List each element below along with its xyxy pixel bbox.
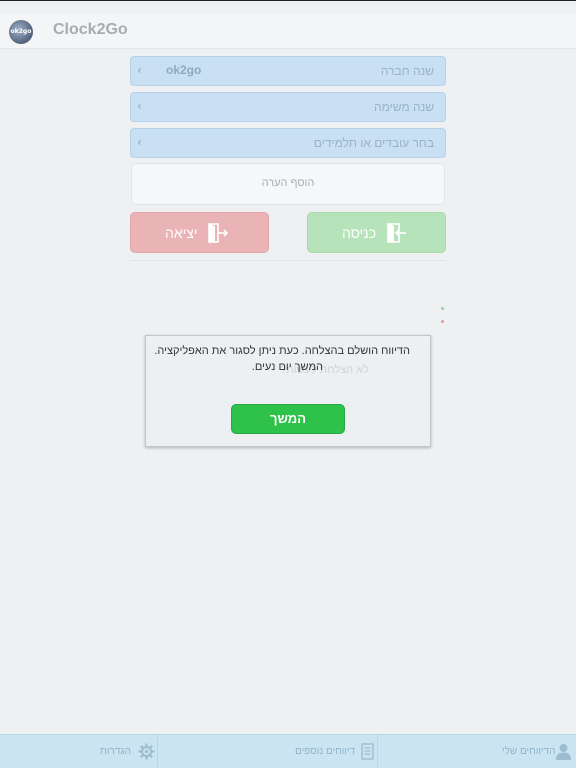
bottom-tabbar: הגדרות דיווחים נוספים הדיווחים שלי — [0, 734, 576, 768]
gear-icon — [138, 743, 155, 760]
note-input[interactable]: הוסף הערה — [131, 163, 445, 205]
tab-more-reports[interactable]: דיווחים נוספים — [158, 735, 377, 768]
chevron-left-icon: ‹ — [137, 99, 142, 113]
chevron-left-icon: ‹ — [137, 63, 142, 77]
employees-select[interactable]: ‹ בחר עובדים או תלמידים — [130, 128, 446, 158]
door-enter-icon — [387, 223, 406, 243]
status-dot-red — [441, 320, 444, 323]
status-dot-green — [441, 307, 444, 310]
task-year-select[interactable]: ‹ שנה משימה — [130, 92, 446, 122]
success-dialog: לא הצלחת לעשות? הדיווח הושלם בהצלחה. כעת… — [145, 335, 431, 447]
app-logo: ok2go — [9, 20, 33, 44]
tab-my-reports[interactable]: הדיווחים שלי — [378, 735, 576, 768]
dialog-message: הדיווח הושלם בהצלחה. כעת ניתן לסגור את ה… — [154, 345, 410, 357]
top-border — [0, 0, 576, 1]
door-exit-icon — [208, 223, 229, 243]
app-header: ok2go Clock2Go — [0, 14, 576, 49]
note-placeholder: הוסף הערה — [261, 177, 315, 189]
continue-button[interactable]: המשך — [231, 404, 345, 434]
app-title: Clock2Go — [53, 21, 128, 38]
logo-text: ok2go — [10, 28, 32, 35]
tab-settings-label: הגדרות — [100, 746, 131, 757]
divider — [130, 260, 446, 261]
task-year-label: שנה משימה — [374, 100, 434, 114]
employees-label: בחר עובדים או תלמידים — [313, 136, 434, 150]
user-icon — [556, 744, 571, 760]
tab-more-reports-label: דיווחים נוספים — [295, 746, 356, 757]
exit-button[interactable]: יציאה — [130, 212, 269, 253]
enter-button[interactable]: כניסה — [307, 212, 446, 253]
company-year-select[interactable]: ‹ ok2go שנה חברה — [130, 56, 446, 86]
exit-label: יציאה — [165, 225, 198, 241]
company-year-label: שנה חברה — [380, 64, 434, 78]
dialog-message-2: המשך יום נעים. — [251, 361, 323, 373]
chevron-left-icon: ‹ — [137, 135, 142, 149]
enter-label: כניסה — [342, 225, 377, 241]
company-year-value: ok2go — [166, 63, 202, 77]
tab-settings[interactable]: הגדרות — [0, 735, 157, 768]
tab-my-reports-label: הדיווחים שלי — [502, 746, 556, 757]
document-list-icon — [361, 743, 374, 760]
